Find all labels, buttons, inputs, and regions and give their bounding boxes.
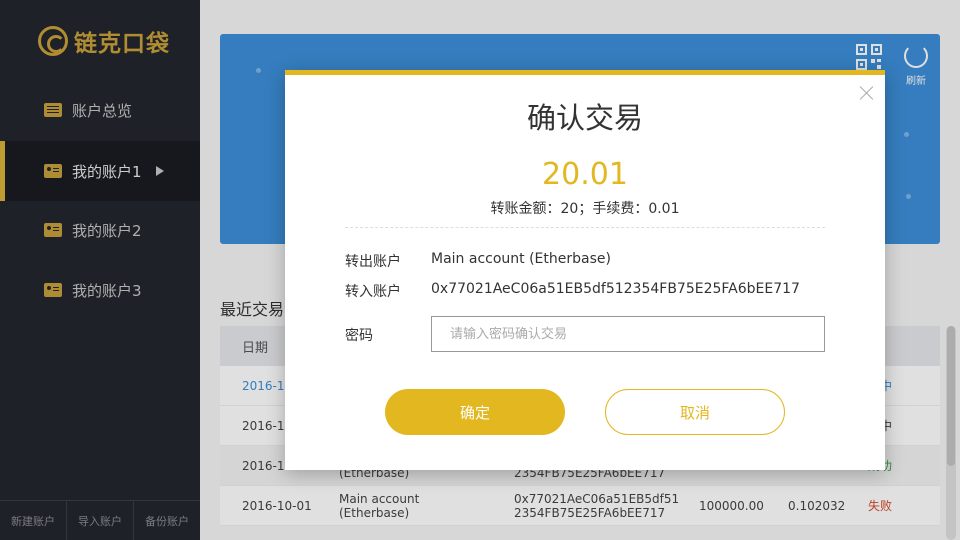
to-account-value: 0x77021AeC06a51EB5df512354FB75E25FA6bEE7… [431, 281, 800, 297]
from-account-label: 转出账户 [345, 254, 401, 270]
password-label: 密码 [345, 328, 373, 344]
from-account-value: Main account (Etherbase) [431, 251, 611, 267]
to-account-label: 转入账户 [345, 284, 401, 300]
transfer-amount-detail: 转账金额：20；手续费：0.01 [490, 201, 680, 217]
dialog-title: 确认交易 [526, 101, 643, 135]
confirm-transaction-dialog: 确认交易 20.01 转账金额：20；手续费：0.01 转出账户 Main ac… [285, 70, 885, 470]
transfer-total-amount: 20.01 [542, 157, 628, 192]
confirm-button[interactable]: 确定 [385, 389, 565, 435]
password-input[interactable] [431, 316, 825, 352]
dashed-divider [345, 227, 825, 228]
cancel-button[interactable]: 取消 [605, 389, 785, 435]
